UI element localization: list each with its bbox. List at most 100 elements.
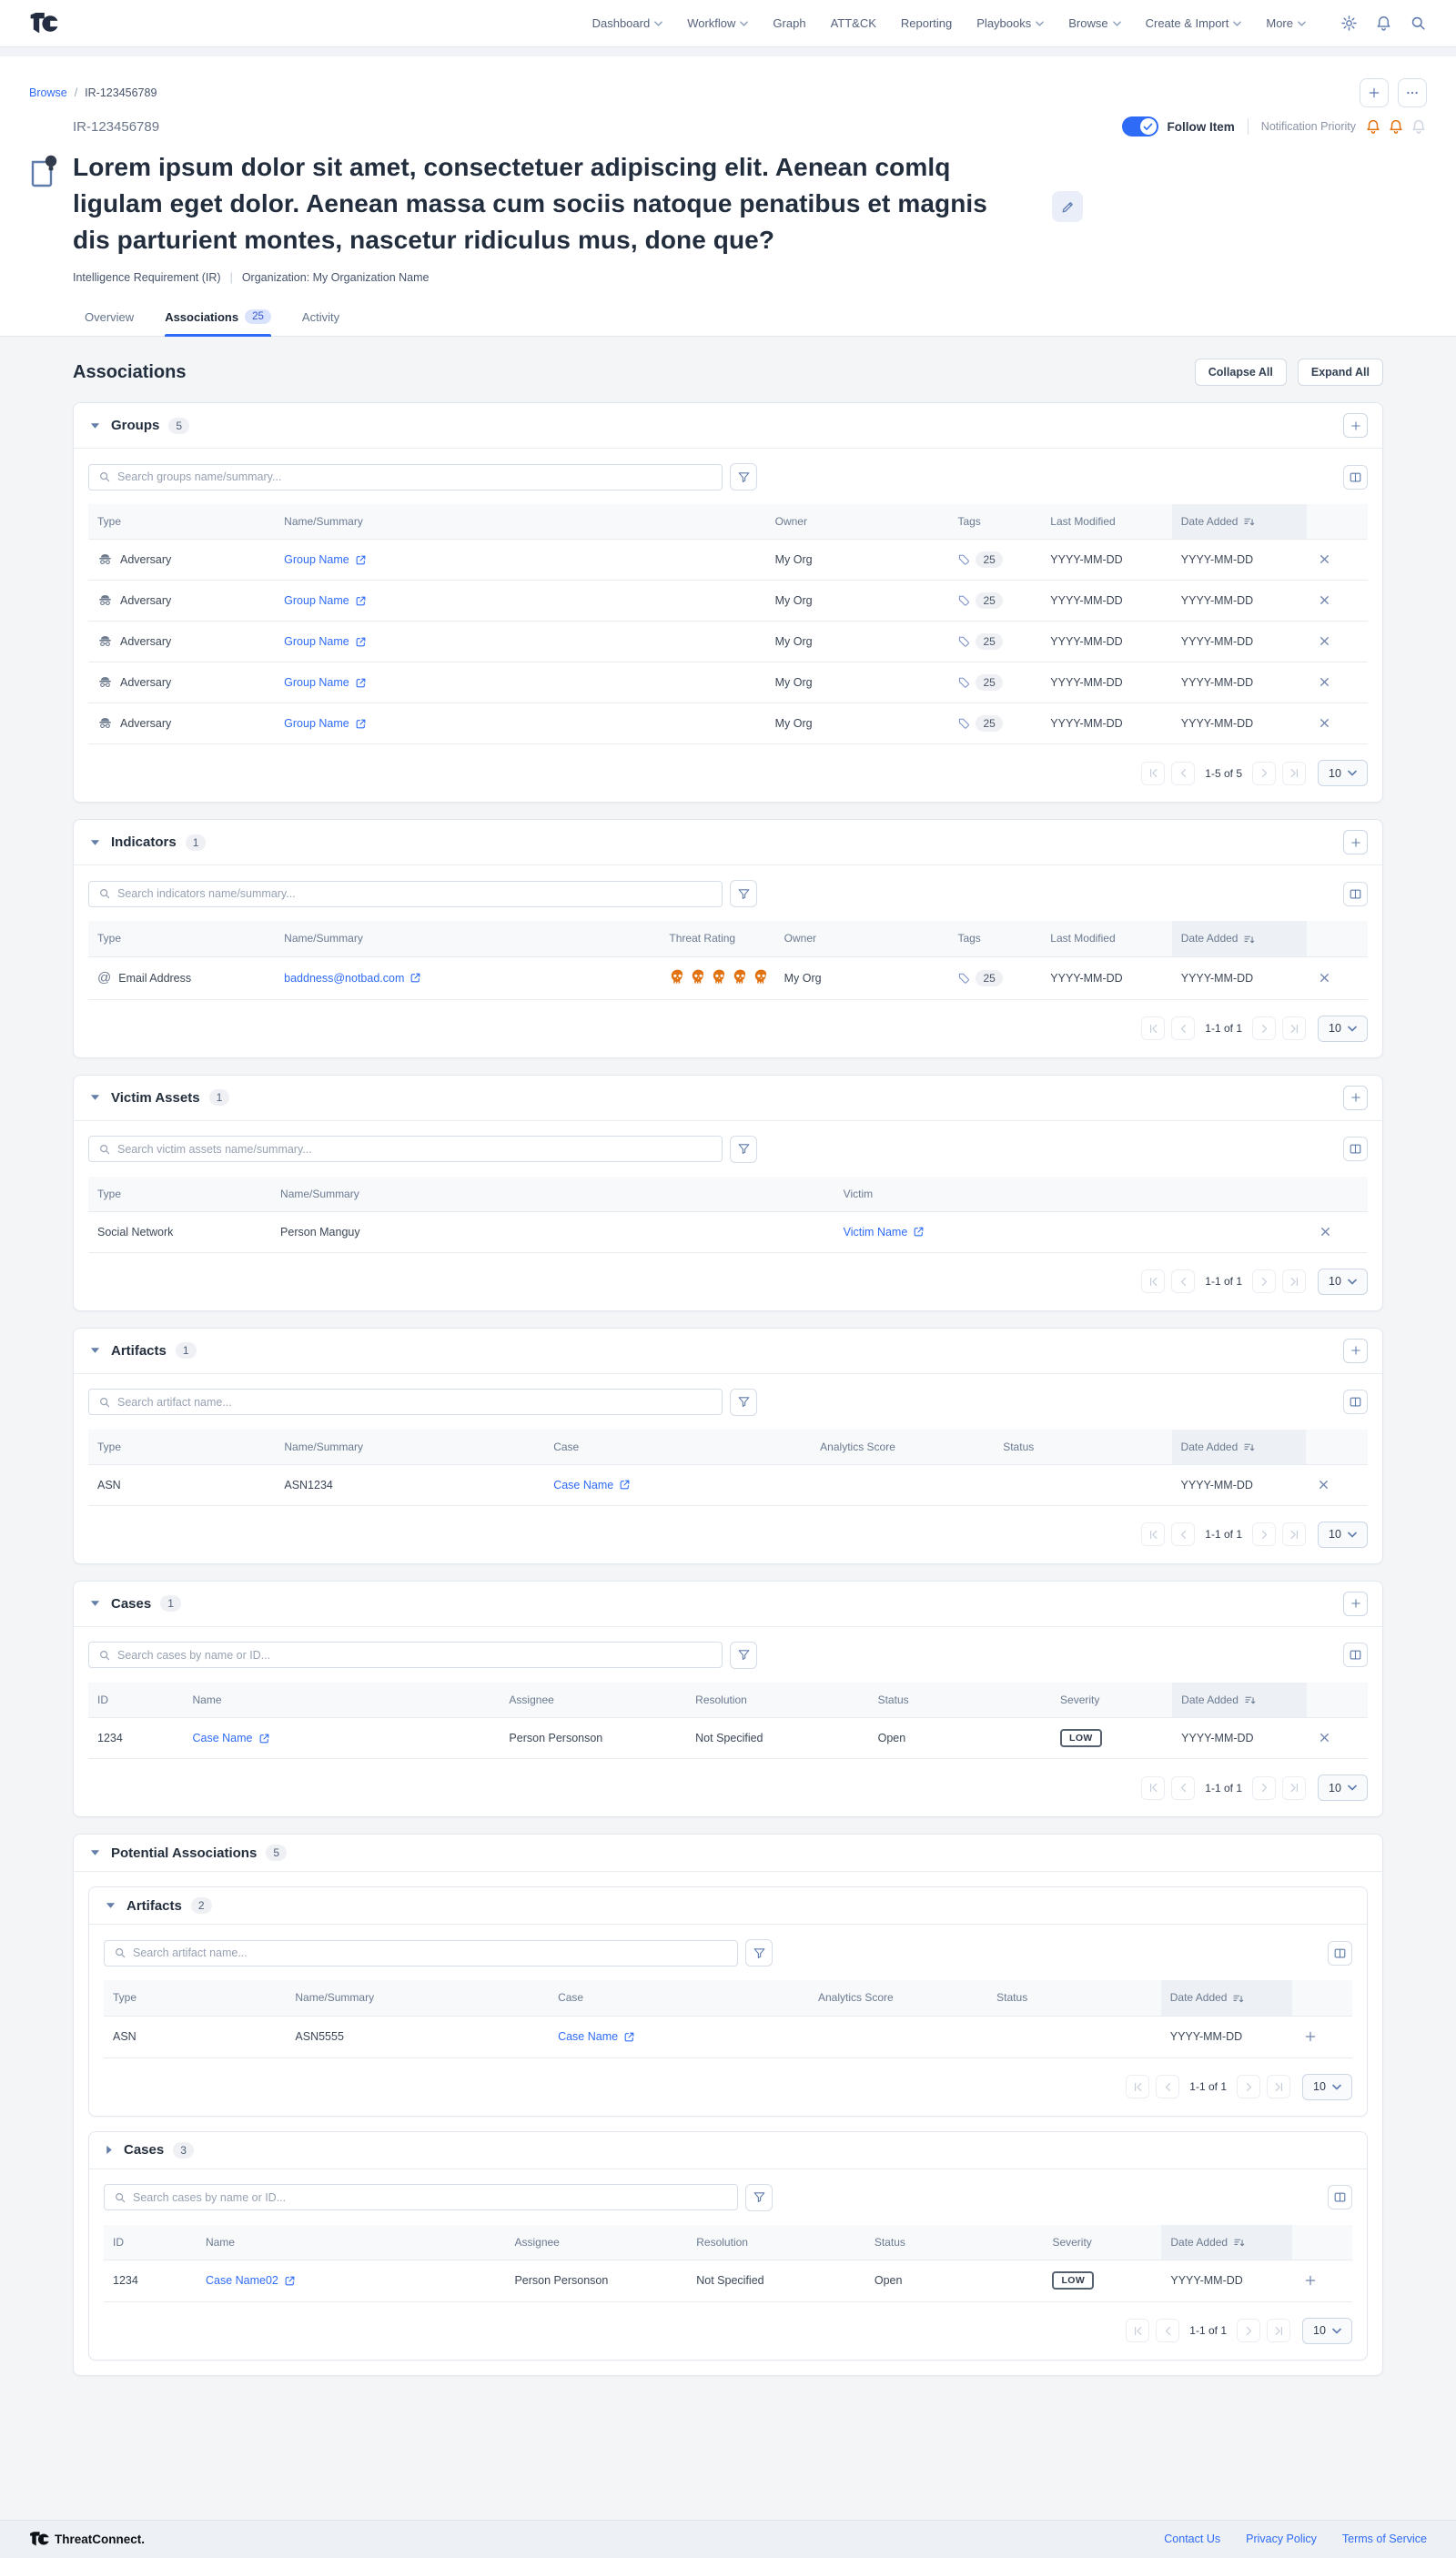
remove-association-button[interactable]: [1316, 1729, 1333, 1746]
add-victim-asset-association-button[interactable]: [1343, 1086, 1368, 1110]
victim-name-link[interactable]: Victim Name: [844, 1226, 925, 1239]
filter-button[interactable]: [745, 1939, 773, 1967]
add-indicator-association-button[interactable]: [1343, 830, 1368, 854]
threatconnect-logo[interactable]: [29, 11, 58, 36]
pagination-last-button[interactable]: [1282, 1776, 1306, 1800]
column-header-date-added[interactable]: Date Added: [1172, 1683, 1306, 1718]
column-settings-button[interactable]: [1343, 1643, 1368, 1667]
nav-item-reporting[interactable]: Reporting: [901, 16, 952, 30]
search-potential-cases-input[interactable]: [133, 2191, 728, 2204]
breadcrumb-browse-link[interactable]: Browse: [29, 86, 67, 99]
pagination-last-button[interactable]: [1282, 762, 1306, 785]
remove-association-button[interactable]: [1316, 969, 1333, 986]
pagination-last-button[interactable]: [1282, 1016, 1306, 1040]
contact-us-link[interactable]: Contact Us: [1164, 2533, 1220, 2545]
remove-association-button[interactable]: [1316, 551, 1333, 568]
pagination-first-button[interactable]: [1141, 1776, 1165, 1800]
filter-button[interactable]: [730, 1389, 757, 1416]
filter-button[interactable]: [730, 463, 757, 490]
remove-association-button[interactable]: [1316, 673, 1333, 691]
column-settings-button[interactable]: [1343, 1137, 1368, 1161]
tab-overview[interactable]: Overview: [85, 309, 134, 336]
nav-item-playbooks[interactable]: Playbooks: [976, 16, 1044, 30]
pagination-prev-button[interactable]: [1171, 1016, 1195, 1040]
pagination-first-button[interactable]: [1141, 1016, 1165, 1040]
edit-title-button[interactable]: [1052, 191, 1083, 222]
group-name-link[interactable]: Group Name: [284, 553, 367, 566]
group-name-link[interactable]: Group Name: [284, 635, 367, 648]
expand-caret-icon[interactable]: [104, 2143, 115, 2157]
collapse-all-button[interactable]: Collapse All: [1195, 359, 1287, 386]
collapse-caret-icon[interactable]: [88, 1092, 102, 1103]
case-name-link[interactable]: Case Name: [193, 1732, 270, 1744]
column-settings-button[interactable]: [1343, 1390, 1368, 1414]
column-settings-button[interactable]: [1343, 882, 1368, 906]
pagination-prev-button[interactable]: [1171, 1776, 1195, 1800]
follow-toggle[interactable]: [1122, 116, 1158, 136]
group-name-link[interactable]: Group Name: [284, 676, 367, 689]
pagination-next-button[interactable]: [1252, 1016, 1276, 1040]
nav-item-graph[interactable]: Graph: [773, 16, 805, 30]
pagination-first-button[interactable]: [1141, 1522, 1165, 1546]
collapse-caret-icon[interactable]: [88, 1598, 102, 1609]
page-size-select[interactable]: 10: [1302, 2074, 1352, 2100]
tab-associations[interactable]: Associations25: [165, 309, 271, 336]
search-artifacts-input[interactable]: [117, 1396, 713, 1409]
nav-item-create-import[interactable]: Create & Import: [1146, 16, 1242, 30]
group-name-link[interactable]: Group Name: [284, 594, 367, 607]
pagination-prev-button[interactable]: [1171, 1269, 1195, 1293]
pagination-last-button[interactable]: [1282, 1522, 1306, 1546]
add-artifact-association-button[interactable]: [1343, 1339, 1368, 1363]
nav-item-dashboard[interactable]: Dashboard: [592, 16, 663, 30]
nav-item-browse[interactable]: Browse: [1068, 16, 1120, 30]
tab-activity[interactable]: Activity: [302, 309, 339, 336]
remove-association-button[interactable]: [1315, 1476, 1332, 1493]
page-size-select[interactable]: 10: [1318, 760, 1368, 786]
collapse-caret-icon[interactable]: [104, 1900, 117, 1911]
column-header-date-added[interactable]: Date Added: [1161, 2225, 1292, 2260]
pagination-first-button[interactable]: [1126, 2075, 1149, 2098]
add-group-association-button[interactable]: [1343, 413, 1368, 438]
privacy-policy-link[interactable]: Privacy Policy: [1246, 2533, 1317, 2545]
gear-icon[interactable]: [1340, 15, 1358, 32]
search-indicators-input[interactable]: [117, 887, 713, 900]
priority-bell-icon-off[interactable]: [1410, 118, 1427, 135]
add-button[interactable]: [1360, 78, 1389, 107]
nav-item-workflow[interactable]: Workflow: [687, 16, 748, 30]
pagination-prev-button[interactable]: [1156, 2075, 1179, 2098]
pagination-prev-button[interactable]: [1171, 762, 1195, 785]
column-header-date-added[interactable]: Date Added: [1172, 504, 1307, 540]
pagination-last-button[interactable]: [1282, 1269, 1306, 1293]
column-settings-button[interactable]: [1328, 1941, 1352, 1966]
terms-of-service-link[interactable]: Terms of Service: [1342, 2533, 1427, 2545]
remove-association-button[interactable]: [1316, 632, 1333, 650]
collapse-caret-icon[interactable]: [88, 837, 102, 848]
filter-button[interactable]: [745, 2184, 773, 2211]
page-size-select[interactable]: 10: [1318, 1269, 1368, 1295]
column-header-date-added[interactable]: Date Added: [1172, 1430, 1307, 1465]
add-association-button[interactable]: [1301, 2271, 1320, 2290]
filter-button[interactable]: [730, 1136, 757, 1163]
expand-all-button[interactable]: Expand All: [1298, 359, 1383, 386]
page-size-select[interactable]: 10: [1318, 1774, 1368, 1801]
nav-item-more[interactable]: More: [1266, 16, 1306, 30]
pagination-first-button[interactable]: [1141, 1269, 1165, 1293]
add-association-button[interactable]: [1301, 2027, 1320, 2046]
group-name-link[interactable]: Group Name: [284, 717, 367, 730]
pagination-next-button[interactable]: [1252, 1269, 1276, 1293]
filter-button[interactable]: [730, 880, 757, 907]
remove-association-button[interactable]: [1316, 714, 1333, 732]
search-icon[interactable]: [1410, 15, 1427, 32]
remove-association-button[interactable]: [1316, 591, 1333, 609]
pagination-last-button[interactable]: [1267, 2075, 1290, 2098]
add-case-association-button[interactable]: [1343, 1592, 1368, 1616]
pagination-prev-button[interactable]: [1171, 1522, 1195, 1546]
priority-bell-icon-medium[interactable]: [1388, 118, 1404, 135]
remove-association-button[interactable]: [1317, 1223, 1334, 1240]
pagination-first-button[interactable]: [1126, 2319, 1149, 2342]
collapse-caret-icon[interactable]: [88, 420, 102, 431]
column-settings-button[interactable]: [1343, 465, 1368, 490]
filter-button[interactable]: [730, 1642, 757, 1669]
priority-bell-icon-high[interactable]: [1365, 118, 1381, 135]
pagination-next-button[interactable]: [1252, 1776, 1276, 1800]
